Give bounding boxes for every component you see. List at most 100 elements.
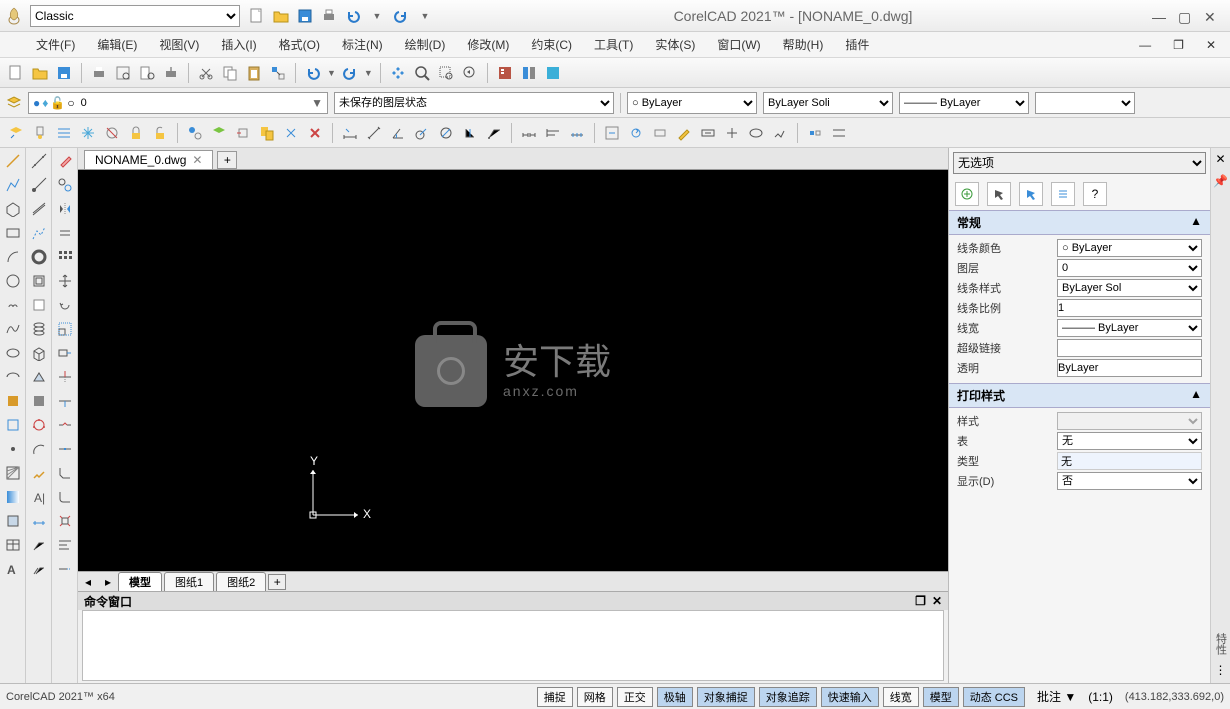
make-block-icon[interactable] (4, 416, 22, 434)
tb-pan-icon[interactable] (388, 63, 408, 83)
status-scale[interactable]: (1:1) (1088, 690, 1113, 704)
prop-trans-input[interactable] (1057, 359, 1202, 377)
qat-new-icon[interactable] (248, 7, 266, 25)
layer-unlock-icon[interactable] (150, 123, 170, 143)
panel-collapsed-label[interactable]: 特性 (1213, 633, 1229, 655)
donut-icon[interactable] (30, 248, 48, 266)
mdi-restore-icon[interactable]: ❐ (1167, 36, 1190, 54)
menu-constraint[interactable]: 约束(C) (525, 34, 578, 55)
menu-dimension[interactable]: 标注(N) (336, 34, 389, 55)
tb-publish-icon[interactable] (161, 63, 181, 83)
rotate-icon[interactable] (56, 296, 74, 314)
menu-window[interactable]: 窗口(W) (711, 34, 766, 55)
tb-zoom-previous-icon[interactable] (460, 63, 480, 83)
dim-style-icon[interactable] (602, 123, 622, 143)
tab-close-icon[interactable]: ✕ (192, 153, 202, 167)
status-model[interactable]: 模型 (923, 687, 959, 707)
wipeout-icon[interactable] (30, 296, 48, 314)
dim-override-icon[interactable] (650, 123, 670, 143)
stretch-icon[interactable] (56, 344, 74, 362)
cmd-float-icon[interactable]: ❐ (915, 594, 926, 608)
menu-edit[interactable]: 编辑(E) (91, 34, 143, 55)
prop-table-select[interactable]: 无 (1057, 432, 1202, 450)
tb-open-icon[interactable] (30, 63, 50, 83)
layer-off-icon[interactable] (102, 123, 122, 143)
qat-undo-icon[interactable] (344, 7, 362, 25)
table-icon[interactable] (4, 536, 22, 554)
prop-hyper-input[interactable] (1057, 339, 1202, 357)
status-annotate[interactable]: 批注 ▼ (1037, 688, 1076, 705)
revision-cloud-icon[interactable] (4, 296, 22, 314)
mdi-minimize-icon[interactable]: — (1133, 36, 1157, 54)
menu-file[interactable]: 文件(F) (30, 34, 81, 55)
prop-lweight-select[interactable]: ——— ByLayer (1057, 319, 1202, 337)
prop-select-icon[interactable] (987, 182, 1011, 206)
dim-ordinate-icon[interactable] (460, 123, 480, 143)
layer-state-select[interactable]: 未保存的图层状态 (334, 92, 614, 114)
copy-modify-icon[interactable] (56, 176, 74, 194)
mleader-icon[interactable] (30, 560, 48, 578)
layer-copy-icon[interactable] (257, 123, 277, 143)
join-icon[interactable] (56, 440, 74, 458)
tb-undo-dropdown-icon[interactable]: ▼ (327, 68, 336, 78)
panel-options-icon[interactable]: ⋮ (1215, 663, 1227, 677)
tb-tool-palette-icon[interactable] (543, 63, 563, 83)
dim-inspect-icon[interactable] (746, 123, 766, 143)
tb-properties-icon[interactable] (495, 63, 515, 83)
drawing-canvas[interactable]: 安下载 anxz.com X Y (78, 170, 948, 571)
plotstyle-select[interactable] (1035, 92, 1135, 114)
line-icon[interactable] (4, 152, 22, 170)
close-button[interactable]: ✕ (1204, 9, 1218, 23)
circle-icon[interactable] (4, 272, 22, 290)
cmd-close-icon[interactable]: ✕ (932, 594, 942, 608)
menu-solid[interactable]: 实体(S) (649, 34, 701, 55)
menu-tools[interactable]: 工具(T) (588, 34, 639, 55)
region-icon[interactable] (4, 512, 22, 530)
section-print[interactable]: 打印样式▲ (949, 383, 1210, 408)
layer-previous-icon[interactable] (6, 123, 26, 143)
prop-help-icon[interactable]: ? (1083, 182, 1107, 206)
layout-prev-icon[interactable]: ◂ (78, 575, 98, 589)
tb-print-icon[interactable] (89, 63, 109, 83)
menu-format[interactable]: 格式(O) (273, 34, 326, 55)
prop-lscale-input[interactable] (1057, 299, 1202, 317)
dim-angular-icon[interactable] (388, 123, 408, 143)
menu-help[interactable]: 帮助(H) (777, 34, 830, 55)
gradient-icon[interactable] (4, 488, 22, 506)
qat-redo-dropdown-icon[interactable]: ▼ (416, 7, 434, 25)
dim-leader-icon[interactable] (484, 123, 504, 143)
layer-match-icon[interactable] (185, 123, 205, 143)
panel-pin-icon[interactable]: 📌 (1213, 174, 1228, 188)
arc-icon[interactable] (4, 248, 22, 266)
prop-ltype-select[interactable]: ByLayer Sol (1057, 279, 1202, 297)
ellipse-icon[interactable] (4, 344, 22, 362)
status-osnap[interactable]: 对象捕捉 (697, 687, 755, 707)
circle-3p-icon[interactable] (30, 416, 48, 434)
mdi-close-icon[interactable]: ✕ (1200, 36, 1222, 54)
align-icon[interactable] (56, 536, 74, 554)
prop-color-select[interactable]: ○ ByLayer (1057, 239, 1202, 257)
tb-match-props-icon[interactable] (268, 63, 288, 83)
menu-insert[interactable]: 插入(I) (215, 34, 262, 55)
add-layout-button[interactable]: + (268, 574, 286, 590)
chamfer-icon[interactable] (56, 464, 74, 482)
lengthen-icon[interactable] (56, 560, 74, 578)
insert-block-icon[interactable] (4, 392, 22, 410)
tb-redo-icon[interactable] (340, 63, 360, 83)
qat-redo-icon[interactable] (392, 7, 410, 25)
dim-radius-icon[interactable] (412, 123, 432, 143)
array-icon[interactable] (56, 248, 74, 266)
dim-tolerance-icon[interactable] (698, 123, 718, 143)
sketch-icon[interactable] (30, 464, 48, 482)
qat-undo-dropdown-icon[interactable]: ▼ (368, 7, 386, 25)
rectangle-icon[interactable] (4, 224, 22, 242)
qat-print-icon[interactable] (320, 7, 338, 25)
menu-plugin[interactable]: 插件 (839, 34, 875, 55)
panel-close-icon[interactable]: ✕ (1215, 152, 1225, 166)
layout-tab-sheet2[interactable]: 图纸2 (216, 572, 266, 592)
layer-current-icon[interactable] (209, 123, 229, 143)
prop-layer-select[interactable]: 0 (1057, 259, 1202, 277)
status-polar[interactable]: 极轴 (657, 687, 693, 707)
tb-save-icon[interactable] (54, 63, 74, 83)
xline-icon[interactable] (30, 152, 48, 170)
